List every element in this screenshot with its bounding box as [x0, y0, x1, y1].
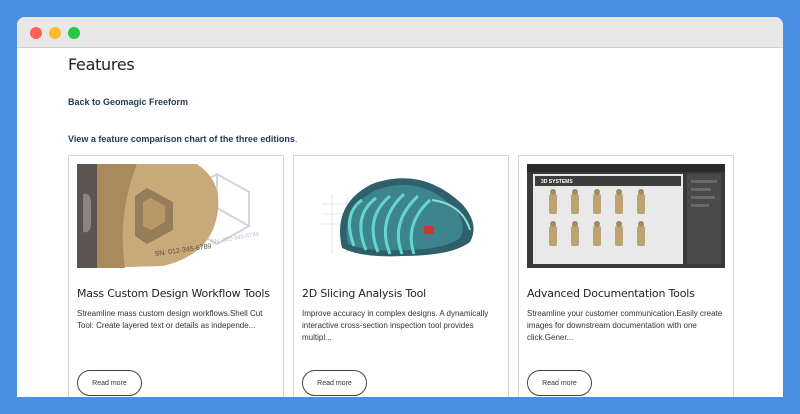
comparison-chart-link[interactable]: View a feature comparison chart of the t…: [68, 134, 295, 144]
browser-window: Features Back to Geomagic Freeform View …: [17, 17, 783, 397]
card-title: Advanced Documentation Tools: [527, 287, 695, 300]
compare-line: View a feature comparison chart of the t…: [68, 134, 297, 144]
card-description: Streamline your customer communication.E…: [527, 309, 723, 342]
card-title: Mass Custom Design Workflow Tools: [77, 287, 270, 300]
card-title: 2D Slicing Analysis Tool: [302, 287, 426, 300]
read-more-button[interactable]: Read more: [302, 370, 367, 396]
feature-cards: SN: 012-345-6789 SN: 012-345-6789 Mass C…: [68, 155, 734, 397]
compare-period: .: [294, 134, 298, 144]
earpiece-image: SN: 012-345-6789 SN: 012-345-6789: [77, 164, 275, 268]
feature-card: SN: 012-345-6789 SN: 012-345-6789 Mass C…: [68, 155, 284, 397]
read-more-button[interactable]: Read more: [77, 370, 142, 396]
maximize-window-button[interactable]: [68, 27, 80, 39]
page-content: Features Back to Geomagic Freeform View …: [68, 48, 734, 397]
page-title: Features: [68, 55, 135, 74]
3d-systems-label: 3D SYSTEMS: [541, 179, 573, 185]
read-more-button[interactable]: Read more: [527, 370, 592, 396]
feature-card: 3D SYSTEMS Advanced Documentation Tools …: [518, 155, 734, 397]
back-link[interactable]: Back to Geomagic Freeform: [68, 97, 188, 107]
minimize-window-button[interactable]: [49, 27, 61, 39]
card-description: Streamline mass custom design workflows.…: [77, 309, 263, 330]
close-window-button[interactable]: [30, 27, 42, 39]
documentation-screenshot: 3D SYSTEMS: [527, 164, 725, 268]
feature-card: 2D Slicing Analysis Tool Improve accurac…: [293, 155, 509, 397]
card-description: Improve accuracy in complex designs. A d…: [302, 309, 489, 342]
slicing-image: [302, 164, 500, 268]
title-bar: [17, 17, 783, 48]
